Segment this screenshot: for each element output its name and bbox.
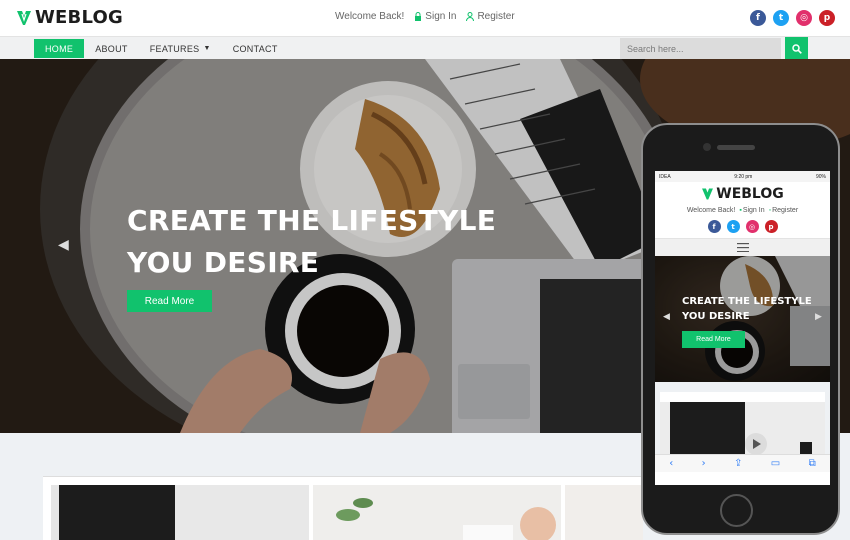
forward-icon[interactable]: › <box>702 458 706 469</box>
status-carrier: IDEA <box>659 173 671 180</box>
mobile-logo[interactable]: WEBLOG <box>655 186 830 202</box>
status-time: 9:20 pm <box>734 173 753 180</box>
instagram-icon[interactable]: ◎ <box>745 220 759 233</box>
post-thumbnail[interactable] <box>313 485 561 540</box>
logo-icon <box>702 188 714 200</box>
mobile-hero-title: CREATE THE LIFESTYLE YOU DESIRE <box>682 294 812 324</box>
phone-home-button <box>720 494 753 527</box>
plant-image <box>336 498 556 540</box>
safari-toolbar: ‹ › ⇪ ▭ ⧉ <box>655 454 830 472</box>
mobile-logo-text: WEBLOG <box>716 186 784 202</box>
page: WEBLOG Welcome Back! Sign In Register f … <box>0 0 850 540</box>
post-thumbnail[interactable] <box>51 485 309 540</box>
search-input[interactable] <box>620 38 781 59</box>
mobile-hero: ◀ ▶ CREATE THE LIFESTYLE YOU DESIRE Read… <box>655 256 830 382</box>
slider-prev-arrow[interactable]: ◀ <box>58 237 69 253</box>
instagram-icon[interactable]: ◎ <box>796 10 812 26</box>
post-card-strip <box>43 476 643 540</box>
user-icon <box>466 12 475 21</box>
twitter-icon[interactable]: t <box>726 220 740 233</box>
mobile-prev-arrow[interactable]: ◀ <box>663 312 670 322</box>
nav-item-features[interactable]: FEATURES ▼ <box>139 39 222 58</box>
sign-in-link[interactable]: Sign In <box>414 11 456 22</box>
nav-menu: HOME ABOUT FEATURES ▼ CONTACT <box>34 39 289 58</box>
mobile-welcome-text: Welcome Back! <box>686 207 736 214</box>
search-button[interactable] <box>785 37 808 60</box>
hamburger-menu-icon[interactable] <box>736 243 749 252</box>
sign-in-label: Sign In <box>425 11 457 22</box>
mobile-social-links: f t ◎ p <box>655 220 830 233</box>
register-label: Register <box>477 11 515 22</box>
facebook-icon[interactable]: f <box>707 220 721 233</box>
nav-item-about[interactable]: ABOUT <box>84 39 139 58</box>
caret-down-icon: ▼ <box>203 45 211 52</box>
phone-mockup: IDEA 9:20 pm 90% WEBLOG Welcome Back! ▪ S… <box>641 123 840 535</box>
hero-title-line1: CREATE THE LIFESTYLE <box>127 204 497 237</box>
mobile-post-image <box>660 402 825 462</box>
read-more-button[interactable]: Read More <box>127 290 212 312</box>
status-battery: 90% <box>815 173 826 180</box>
top-header: WEBLOG Welcome Back! Sign In Register f … <box>0 0 850 36</box>
bookmarks-icon[interactable]: ▭ <box>771 458 780 469</box>
mobile-hero-line1: CREATE THE LIFESTYLE <box>682 296 812 307</box>
nav-item-contact[interactable]: CONTACT <box>222 39 289 58</box>
mobile-header: WEBLOG Welcome Back! ▪ Sign In ◦ Register … <box>655 182 830 233</box>
register-link[interactable]: Register <box>466 11 515 22</box>
mobile-register-label: Register <box>772 207 799 214</box>
mobile-nav-bar <box>655 238 830 256</box>
phone-screen: IDEA 9:20 pm 90% WEBLOG Welcome Back! ▪ S… <box>655 171 830 485</box>
lock-icon: ▪ <box>739 207 742 214</box>
mobile-next-arrow[interactable]: ▶ <box>815 312 822 322</box>
phone-status-bar: IDEA 9:20 pm 90% <box>655 171 830 182</box>
back-icon[interactable]: ‹ <box>669 458 673 469</box>
facebook-icon[interactable]: f <box>750 10 766 26</box>
tabs-icon[interactable]: ⧉ <box>809 458 816 469</box>
mobile-read-more-button[interactable]: Read More <box>682 331 745 348</box>
top-links: Welcome Back! Sign In Register <box>335 11 515 22</box>
site-logo[interactable]: WEBLOG <box>16 7 123 28</box>
share-icon[interactable]: ⇪ <box>734 458 742 469</box>
mobile-register-link[interactable]: ◦ Register <box>769 207 799 214</box>
search-icon <box>791 43 802 54</box>
mobile-post-section: ‹ › ⇪ ▭ ⧉ <box>655 382 830 472</box>
hero-title: CREATE THE LIFESTYLE YOU DESIRE <box>127 200 547 284</box>
logo-icon <box>17 10 31 25</box>
mobile-hero-line2: YOU DESIRE <box>682 311 750 322</box>
welcome-text: Welcome Back! <box>335 11 405 22</box>
pinterest-icon[interactable]: p <box>819 10 835 26</box>
phone-speaker <box>717 145 755 150</box>
lock-icon <box>415 12 422 21</box>
pinterest-icon[interactable]: p <box>764 220 778 233</box>
user-icon: ◦ <box>768 207 772 214</box>
mobile-top-links: Welcome Back! ▪ Sign In ◦ Register <box>655 207 830 214</box>
logo-text: WEBLOG <box>35 7 123 28</box>
phone-camera <box>703 143 711 151</box>
nav-item-features-label: FEATURES <box>149 43 200 54</box>
mobile-sign-in-label: Sign In <box>742 207 765 214</box>
twitter-icon[interactable]: t <box>773 10 789 26</box>
post-thumbnail[interactable] <box>565 485 643 540</box>
mobile-sign-in-link[interactable]: ▪ Sign In <box>739 207 764 214</box>
nav-item-home[interactable]: HOME <box>34 39 85 58</box>
hero-title-line2: YOU DESIRE <box>127 246 320 279</box>
main-navbar: HOME ABOUT FEATURES ▼ CONTACT <box>0 36 850 60</box>
social-links: f t ◎ p <box>750 10 835 26</box>
